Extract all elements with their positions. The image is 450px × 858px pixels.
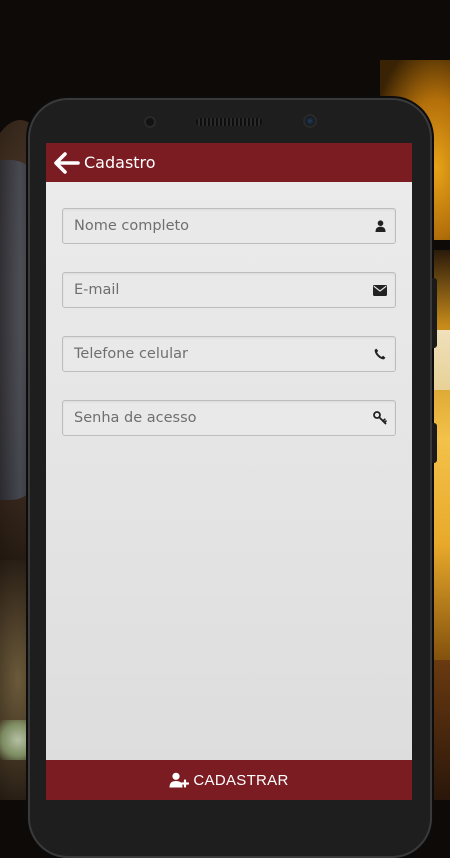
full-name-input[interactable] bbox=[63, 209, 395, 243]
sensor bbox=[144, 116, 156, 128]
page-title: Cadastro bbox=[84, 153, 156, 172]
password-input[interactable] bbox=[63, 401, 395, 435]
volume-button bbox=[432, 278, 437, 348]
phone-icon bbox=[373, 347, 387, 361]
app-bar: Cadastro bbox=[46, 143, 412, 182]
full-name-field bbox=[62, 208, 396, 244]
registration-form bbox=[46, 182, 412, 436]
earpiece-speaker bbox=[196, 118, 262, 126]
key-icon bbox=[373, 411, 387, 425]
front-camera bbox=[303, 114, 317, 128]
register-button[interactable]: CADASTRAR bbox=[46, 760, 412, 800]
password-field bbox=[62, 400, 396, 436]
email-input[interactable] bbox=[63, 273, 395, 307]
email-field bbox=[62, 272, 396, 308]
app-screen: Cadastro Nome completo E-mail Telefone c… bbox=[46, 143, 412, 800]
user-plus-icon bbox=[169, 772, 190, 788]
arrow-left-icon[interactable] bbox=[52, 148, 82, 178]
register-button-label: CADASTRAR bbox=[193, 771, 289, 789]
power-button bbox=[432, 423, 437, 463]
envelope-icon bbox=[373, 283, 387, 297]
phone-input[interactable] bbox=[63, 337, 395, 371]
phone-field bbox=[62, 336, 396, 372]
user-icon bbox=[373, 219, 387, 233]
